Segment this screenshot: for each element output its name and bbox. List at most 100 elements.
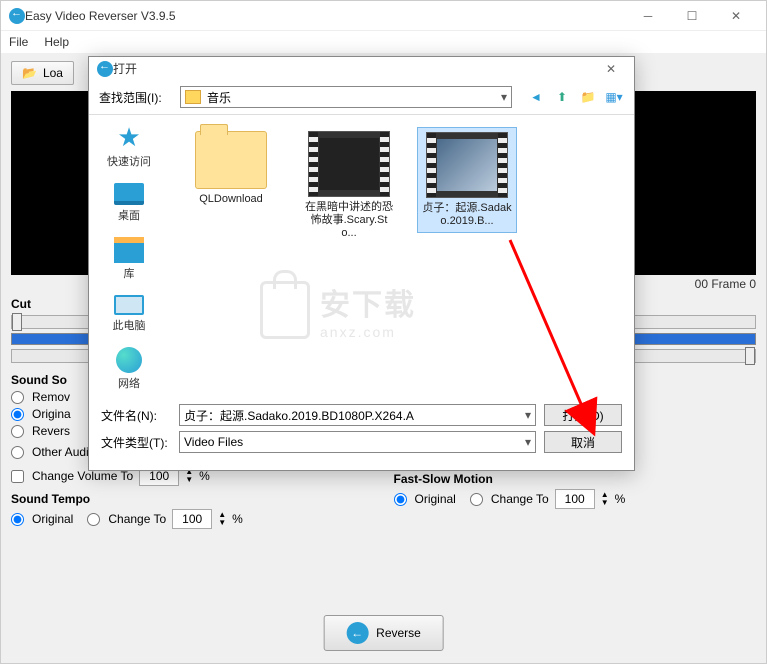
file-open-dialog: 打开 ✕ 查找范围(I): 音乐 ▾ ◄ ⬆ 📁 ▦▾ ★ 快速访问 桌面 库 此… (88, 56, 635, 471)
row-tempo: Original Change To ▲▼ % (11, 509, 374, 529)
sidebar-library[interactable]: 库 (89, 237, 169, 281)
label-fs-original: Original (415, 492, 456, 506)
star-icon: ★ (113, 123, 145, 151)
frame-status: 00 Frame 0 (695, 277, 756, 291)
file-item-folder[interactable]: QLDownload (181, 127, 281, 210)
look-in-combo[interactable]: 音乐 ▾ (180, 86, 512, 108)
dialog-body: ★ 快速访问 桌面 库 此电脑 网络 QLDownload 在黑暗中讲述的恐怖故事… (89, 114, 634, 391)
sidebar-thispc[interactable]: 此电脑 (89, 295, 169, 333)
label-change-vol: Change Volume To (32, 469, 133, 483)
maximize-button[interactable]: ☐ (670, 1, 714, 31)
window-title: Easy Video Reverser V3.9.5 (25, 9, 626, 23)
file-name: 在黑暗中讲述的恐怖故事.Scary.Sto... (303, 201, 395, 241)
radio-other[interactable] (11, 446, 24, 459)
file-item-video2-selected[interactable]: 贞子：起源.Sadako.2019.B... (417, 127, 517, 233)
radio-fs-change[interactable] (470, 493, 483, 506)
minimize-button[interactable]: ─ (626, 1, 670, 31)
radio-tempo-change[interactable] (87, 513, 100, 526)
filetype-label: 文件类型(T): (101, 434, 171, 451)
fs-spinner[interactable]: ▲▼ (601, 491, 609, 507)
folder-icon (185, 90, 201, 104)
fs-percent: % (615, 492, 626, 506)
radio-fs-original[interactable] (394, 493, 407, 506)
fs-input[interactable] (555, 489, 595, 509)
sidebar-network-label: 网络 (118, 375, 140, 391)
chevron-down-icon: ▾ (525, 408, 531, 422)
dialog-title: 打开 (113, 60, 596, 77)
new-folder-icon[interactable]: 📁 (578, 87, 598, 107)
filetype-combo[interactable]: Video Files ▾ (179, 431, 536, 453)
library-icon (114, 237, 144, 263)
row-fast-slow: Original Change To ▲▼ % (394, 489, 757, 509)
reverse-button-label: Reverse (376, 626, 421, 640)
back-icon[interactable]: ◄ (526, 87, 546, 107)
menu-help[interactable]: Help (44, 35, 69, 49)
filename-input[interactable]: 贞子：起源.Sadako.2019.BD1080P.X264.A ▾ (179, 404, 536, 426)
radio-remove[interactable] (11, 391, 24, 404)
volume-percent: % (199, 469, 210, 483)
load-button-label: Loa (43, 66, 63, 80)
cancel-button[interactable]: 取消 (544, 431, 622, 453)
sidebar-desktop[interactable]: 桌面 (89, 183, 169, 223)
file-item-video1[interactable]: 在黑暗中讲述的恐怖故事.Scary.Sto... (299, 127, 399, 245)
sidebar-library-label: 库 (124, 265, 135, 281)
menu-file[interactable]: File (9, 35, 28, 49)
close-button[interactable]: ✕ (714, 1, 758, 31)
open-button[interactable]: 打开(O) (544, 404, 622, 426)
sidebar-thispc-label: 此电脑 (113, 317, 146, 333)
label-reverse: Revers (32, 424, 70, 438)
label-remove: Remov (32, 390, 70, 404)
filetype-row: 文件类型(T): Video Files ▾ 取消 (101, 431, 622, 453)
look-in-value: 音乐 (207, 89, 231, 106)
network-icon (116, 347, 142, 373)
look-in-label: 查找范围(I): (99, 89, 174, 106)
label-tempo-change: Change To (108, 512, 166, 526)
sound-tempo-label: Sound Tempo (11, 492, 374, 506)
titlebar: Easy Video Reverser V3.9.5 ─ ☐ ✕ (1, 1, 766, 31)
dialog-toolbar: ◄ ⬆ 📁 ▦▾ (526, 87, 624, 107)
label-fs-change: Change To (491, 492, 549, 506)
radio-original[interactable] (11, 408, 24, 421)
pc-icon (114, 295, 144, 315)
window-controls: ─ ☐ ✕ (626, 1, 758, 31)
dialog-sidebar: ★ 快速访问 桌面 库 此电脑 网络 (89, 115, 169, 391)
app-icon (9, 8, 25, 24)
label-original: Origina (32, 407, 71, 421)
dialog-titlebar: 打开 ✕ (89, 57, 634, 80)
fast-slow-label: Fast-Slow Motion (394, 472, 757, 486)
video-thumb-icon (308, 131, 390, 197)
folder-thumb-icon (195, 131, 267, 189)
menubar: File Help (1, 31, 766, 53)
look-in-row: 查找范围(I): 音乐 ▾ ◄ ⬆ 📁 ▦▾ (89, 80, 634, 114)
dialog-icon (97, 61, 113, 77)
up-icon[interactable]: ⬆ (552, 87, 572, 107)
dialog-bottom: 文件名(N): 贞子：起源.Sadako.2019.BD1080P.X264.A… (89, 391, 634, 470)
dialog-close-button[interactable]: ✕ (596, 58, 626, 80)
reverse-icon: ← (346, 622, 368, 644)
tempo-input[interactable] (172, 509, 212, 529)
filetype-value: Video Files (184, 435, 243, 449)
tempo-spinner[interactable]: ▲▼ (218, 511, 226, 527)
load-button[interactable]: 📂 Loa (11, 61, 74, 85)
sidebar-network[interactable]: 网络 (89, 347, 169, 391)
chevron-down-icon: ▾ (501, 90, 507, 104)
file-list[interactable]: QLDownload 在黑暗中讲述的恐怖故事.Scary.Sto... 贞子：起… (169, 115, 634, 391)
video-thumb-icon (426, 132, 508, 198)
sidebar-desktop-label: 桌面 (118, 207, 140, 223)
folder-open-icon: 📂 (22, 66, 37, 80)
view-icon[interactable]: ▦▾ (604, 87, 624, 107)
file-name: QLDownload (199, 193, 263, 206)
radio-tempo-original[interactable] (11, 513, 24, 526)
tempo-percent: % (232, 512, 243, 526)
reverse-button[interactable]: ← Reverse (323, 615, 444, 651)
desktop-icon (114, 183, 144, 205)
filename-value: 贞子：起源.Sadako.2019.BD1080P.X264.A (184, 407, 414, 424)
chevron-down-icon: ▾ (525, 435, 531, 449)
filename-row: 文件名(N): 贞子：起源.Sadako.2019.BD1080P.X264.A… (101, 404, 622, 426)
sidebar-quick-label: 快速访问 (107, 153, 151, 169)
checkbox-change-volume[interactable] (11, 470, 24, 483)
radio-reverse[interactable] (11, 425, 24, 438)
label-tempo-original: Original (32, 512, 73, 526)
sidebar-quick-access[interactable]: ★ 快速访问 (89, 123, 169, 169)
file-name: 贞子：起源.Sadako.2019.B... (422, 202, 512, 228)
